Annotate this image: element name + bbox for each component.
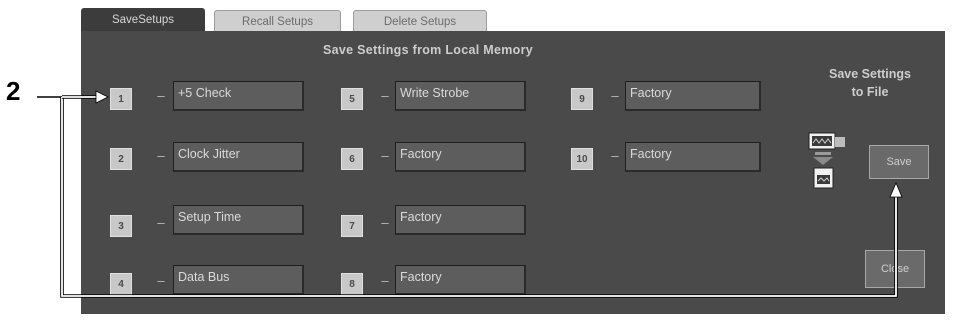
slot-6-name-field[interactable]: Factory: [395, 142, 526, 172]
save-to-file-title-line1: Save Settings: [829, 67, 911, 81]
memory-to-file-icon: [808, 132, 845, 189]
slot-10-name-field[interactable]: Factory: [625, 142, 761, 172]
save-setups-panel: Save Settings from Local Memory 1 – +5 C…: [81, 31, 945, 314]
save-button[interactable]: Save: [869, 145, 929, 179]
save-to-file-title-line2: to File: [851, 85, 889, 99]
slot-5-number[interactable]: 5: [341, 88, 363, 110]
slot-2-name-field[interactable]: Clock Jitter: [173, 142, 304, 172]
slot-7-number[interactable]: 7: [341, 215, 363, 237]
slot-7-name-field[interactable]: Factory: [395, 205, 526, 235]
slot-2-number[interactable]: 2: [110, 148, 132, 170]
slot-1-name-field[interactable]: +5 Check: [173, 81, 304, 111]
save-to-file-title: Save Settings to File: [805, 65, 935, 101]
slot-5-name-field[interactable]: Write Strobe: [395, 81, 526, 111]
slot-dash: –: [611, 148, 619, 163]
slot-dash: –: [381, 215, 389, 230]
slot-6-number[interactable]: 6: [341, 148, 363, 170]
slot-3-name-field[interactable]: Setup Time: [173, 205, 304, 235]
slot-dash: –: [381, 273, 389, 288]
slot-3-number[interactable]: 3: [110, 215, 132, 237]
slot-10-number[interactable]: 10: [571, 148, 593, 170]
tab-delete-setups[interactable]: Delete Setups: [353, 10, 487, 33]
panel-title-text: Save Settings from Local Memory: [322, 43, 534, 57]
slot-dash: –: [381, 88, 389, 103]
slot-8-name-field[interactable]: Factory: [395, 265, 526, 295]
slot-dash: –: [157, 273, 165, 288]
panel-title: Save Settings from Local Memory: [81, 43, 945, 57]
slot-1-number[interactable]: 1: [110, 88, 132, 110]
slot-dash: –: [157, 215, 165, 230]
slot-8-number[interactable]: 8: [341, 273, 363, 295]
slot-dash: –: [157, 88, 165, 103]
slot-dash: –: [157, 148, 165, 163]
close-button[interactable]: Close: [865, 250, 925, 288]
slot-9-number[interactable]: 9: [571, 88, 593, 110]
slot-9-name-field[interactable]: Factory: [625, 81, 761, 111]
slot-dash: –: [611, 88, 619, 103]
slot-dash: –: [381, 148, 389, 163]
slot-4-number[interactable]: 4: [110, 273, 132, 295]
callout-number: 2: [6, 76, 21, 106]
slot-4-name-field[interactable]: Data Bus: [173, 265, 304, 295]
tab-recall-setups[interactable]: Recall Setups: [214, 10, 341, 33]
